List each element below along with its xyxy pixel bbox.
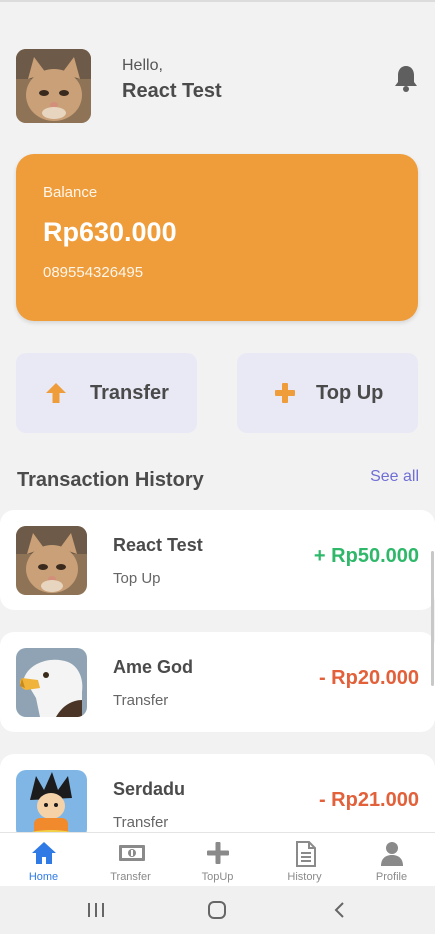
balance-label: Balance [43,184,98,201]
transaction-name: React Test [113,535,203,555]
transaction-item[interactable]: React Test Top Up + Rp50.000 [0,510,435,610]
transaction-amount: - Rp20.000 [318,667,419,689]
home-button-icon[interactable] [207,900,227,920]
transaction-type: Transfer [113,814,169,831]
nav-history[interactable]: History [261,833,348,887]
back-icon[interactable] [330,900,350,920]
nav-profile[interactable]: Profile [348,833,435,887]
bell-icon[interactable] [393,64,419,92]
cat-photo-icon [16,49,91,123]
recent-apps-icon[interactable] [86,900,106,920]
plus-icon [273,381,297,405]
system-navigation-bar [0,886,435,934]
phone-number: 089554326495 [43,264,144,281]
eagle-photo-icon [16,648,87,717]
nav-home[interactable]: Home [0,833,87,887]
transaction-avatar [16,648,87,717]
transaction-name: Serdadu [113,779,186,799]
user-name: React Test [122,80,222,102]
nav-label: Transfer [110,871,151,883]
transaction-type: Transfer [113,692,169,709]
header: Hello, React Test [16,48,419,124]
plus-icon [205,841,231,865]
money-icon [118,841,145,865]
balance-amount: Rp630.000 [43,217,177,247]
transaction-avatar [16,526,87,595]
transaction-amount: - Rp21.000 [318,789,419,811]
document-icon [292,841,318,867]
topup-button[interactable]: Top Up [237,353,418,433]
cartoon-boy-photo-icon [16,770,87,839]
arrow-up-icon [44,381,68,405]
nav-label: Profile [375,871,408,883]
greeting-text: Hello, [122,57,163,74]
nav-topup[interactable]: TopUp [174,833,261,887]
scrollbar[interactable] [431,551,434,686]
topup-label: Top Up [316,382,384,404]
transaction-amount: + Rp50.000 [313,545,419,567]
nav-label: TopUp [201,871,234,883]
cat-photo-icon [16,526,87,595]
see-all-link[interactable]: See all [370,468,419,486]
transfer-label: Transfer [90,382,169,404]
nav-label: History [287,871,322,883]
balance-card: Balance Rp630.000 089554326495 [16,154,418,321]
user-icon [379,841,405,866]
home-icon [31,841,57,865]
transaction-name: Ame God [113,657,194,677]
avatar[interactable] [16,49,91,123]
transaction-avatar [16,770,87,839]
transaction-item[interactable]: Ame God Transfer - Rp20.000 [0,632,435,732]
history-title: Transaction History [17,469,204,491]
transfer-button[interactable]: Transfer [16,353,197,433]
status-bar [0,0,435,2]
transaction-type: Top Up [113,570,161,587]
nav-transfer[interactable]: Transfer [87,833,174,887]
bottom-navigation: Home Transfer TopUp History Profile [0,832,435,886]
nav-label: Home [28,871,59,883]
